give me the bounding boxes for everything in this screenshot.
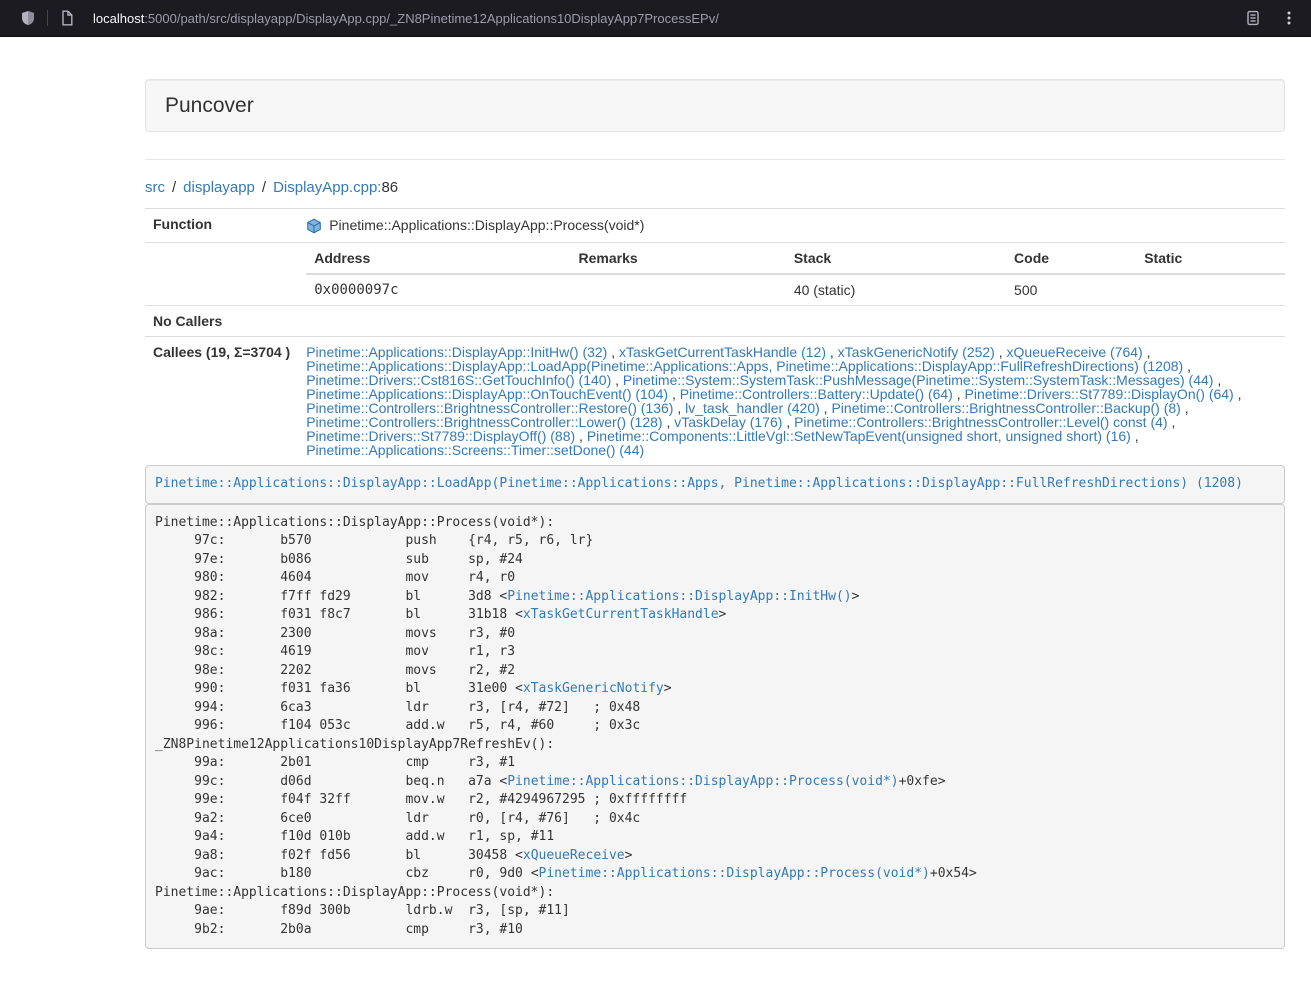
- no-callers-empty-cell: [298, 306, 1285, 337]
- vertical-dots-glyph: [1281, 10, 1297, 26]
- function-table: Function Pinetime::Applications::Display…: [145, 208, 1285, 465]
- app-header-panel: Puncover: [145, 79, 1285, 132]
- no-callers-label: No Callers: [145, 306, 298, 337]
- col-header-static: Static: [1136, 243, 1285, 274]
- breadcrumb-link[interactable]: DisplayApp.cpp:: [273, 179, 381, 196]
- browser-toolbar: localhost:5000/path/src/displayapp/Displ…: [0, 0, 1311, 37]
- asm-symbol-link[interactable]: xQueueReceive: [523, 848, 625, 863]
- page-info-icon[interactable]: [53, 4, 81, 32]
- col-header-stack: Stack: [786, 243, 1006, 274]
- asm-symbol-link[interactable]: Pinetime::Applications::DisplayApp::Proc…: [539, 866, 930, 881]
- disassembly-code: Pinetime::Applications::DisplayApp::Proc…: [145, 504, 1285, 950]
- function-row: Function Pinetime::Applications::Display…: [145, 209, 1285, 243]
- address-table-cell: Address Remarks Stack Code Static 0x0000…: [298, 243, 1285, 306]
- url-host: localhost: [93, 11, 144, 26]
- stack-value: 40 (static): [786, 274, 1006, 305]
- breadcrumb-line-number: 86: [381, 179, 398, 196]
- url-bar[interactable]: localhost:5000/path/src/displayapp/Displ…: [93, 11, 1239, 26]
- asm-symbol-link[interactable]: Pinetime::Applications::DisplayApp::Init…: [507, 589, 851, 604]
- function-name: Pinetime::Applications::DisplayApp::Proc…: [329, 217, 644, 233]
- static-value: [1136, 274, 1285, 305]
- page-container: Puncover src / displayapp / DisplayApp.cpp:8…: [145, 79, 1285, 949]
- callees-label: Callees (19, Σ=3704 ): [145, 337, 298, 466]
- breadcrumb-separator: /: [262, 179, 266, 196]
- breadcrumb-link[interactable]: src: [145, 179, 165, 196]
- asm-symbol-link[interactable]: Pinetime::Applications::DisplayApp::Proc…: [507, 774, 898, 789]
- toolbar-separator: [47, 10, 48, 26]
- address-table-row: Address Remarks Stack Code Static 0x0000…: [145, 243, 1285, 306]
- no-callers-row: No Callers: [145, 306, 1285, 337]
- highlighted-symbol-panel: Pinetime::Applications::DisplayApp::Load…: [145, 465, 1285, 504]
- breadcrumb: src / displayapp / DisplayApp.cpp:86: [145, 178, 1285, 198]
- reader-glyph: [1245, 10, 1261, 26]
- breadcrumb-separator: /: [172, 179, 176, 196]
- page-glyph: [59, 10, 75, 26]
- divider: [145, 159, 1285, 160]
- callee-link[interactable]: Pinetime::Applications::Screens::Timer::…: [306, 442, 644, 458]
- empty-label-cell: [145, 243, 298, 306]
- col-header-code: Code: [1006, 243, 1136, 274]
- function-row-label: Function: [145, 209, 298, 243]
- reader-view-icon[interactable]: [1239, 4, 1267, 32]
- callees-row: Callees (19, Σ=3704 ) Pinetime::Applicat…: [145, 337, 1285, 466]
- address-table: Address Remarks Stack Code Static 0x0000…: [306, 243, 1285, 305]
- highlighted-symbol-link[interactable]: Pinetime::Applications::DisplayApp::Load…: [155, 476, 1243, 491]
- col-header-remarks: Remarks: [570, 243, 785, 274]
- shield-glyph: [20, 10, 36, 26]
- breadcrumb-link[interactable]: displayapp: [183, 179, 255, 196]
- callee-link[interactable]: Pinetime::Components::LittleVgl::SetNewT…: [587, 428, 1131, 444]
- url-path: :5000/path/src/displayapp/DisplayApp.cpp…: [144, 11, 719, 26]
- remarks-value: [570, 274, 785, 305]
- address-table-header-row: Address Remarks Stack Code Static: [306, 243, 1285, 274]
- asm-symbol-link[interactable]: xTaskGetCurrentTaskHandle: [523, 607, 719, 622]
- col-header-address: Address: [306, 243, 570, 274]
- address-value: 0x0000097c: [306, 274, 570, 305]
- tracking-protection-shield-icon[interactable]: [14, 4, 42, 32]
- asm-symbol-link[interactable]: xTaskGenericNotify: [523, 681, 664, 696]
- address-table-value-row: 0x0000097c 40 (static) 500: [306, 274, 1285, 305]
- method-cube-icon: [306, 218, 322, 234]
- more-options-icon[interactable]: [1275, 4, 1303, 32]
- callees-list: Pinetime::Applications::DisplayApp::Init…: [298, 337, 1285, 466]
- function-name-cell: Pinetime::Applications::DisplayApp::Proc…: [298, 209, 1285, 243]
- code-size-value: 500: [1006, 274, 1136, 305]
- app-title: Puncover: [165, 93, 1265, 118]
